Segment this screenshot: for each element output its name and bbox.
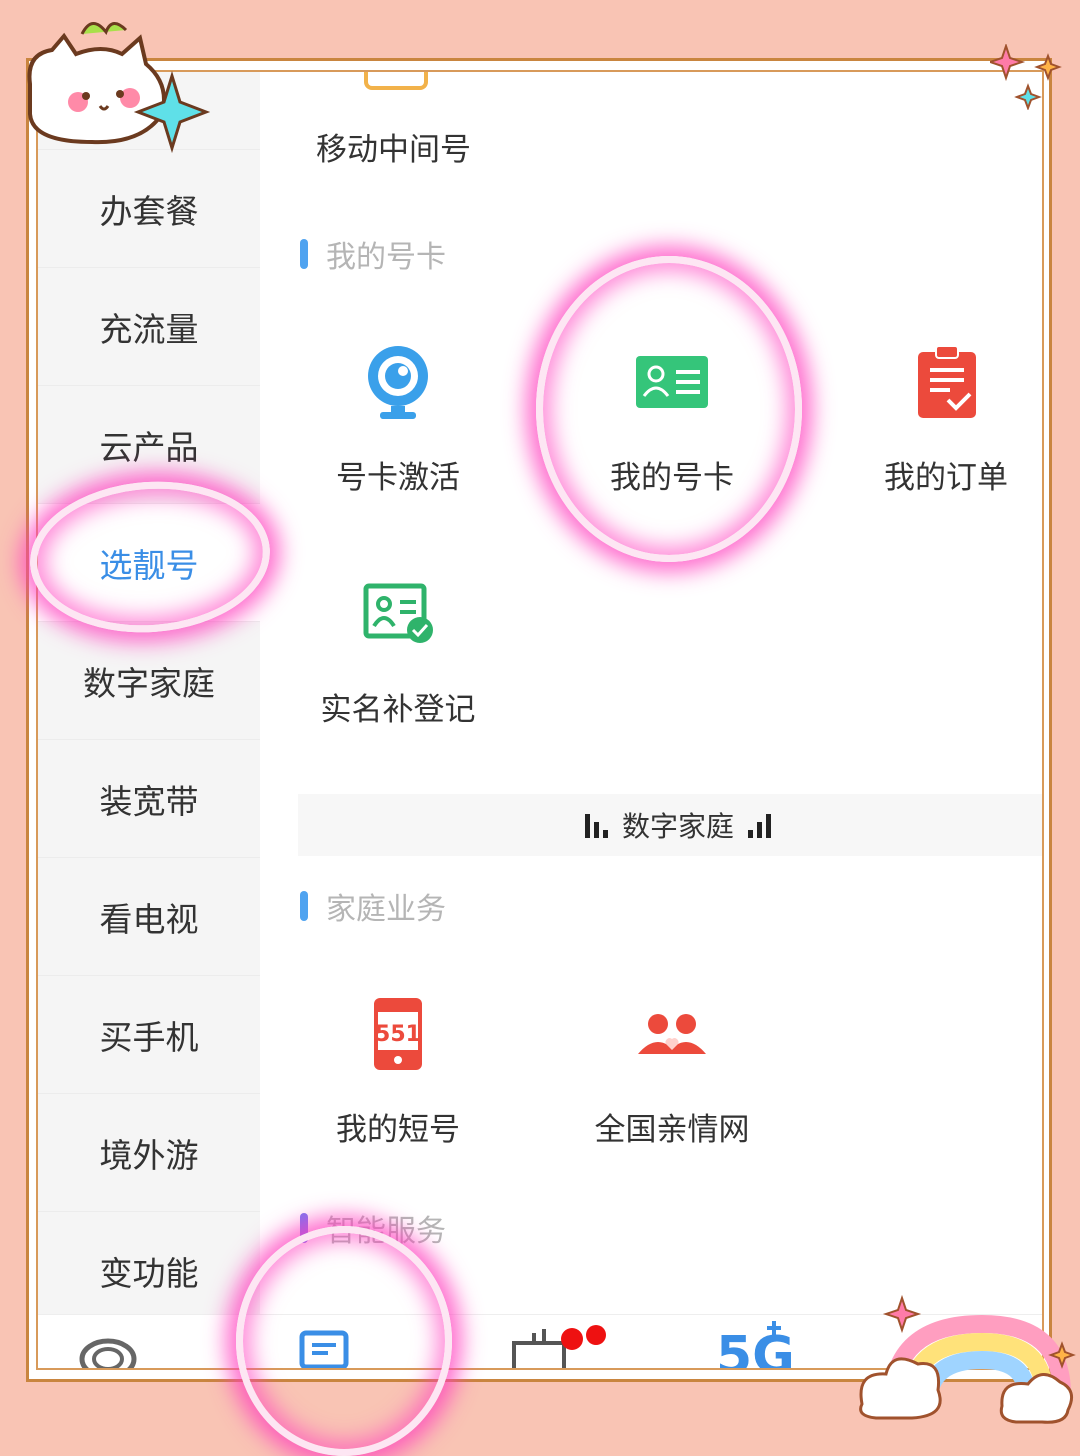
order-clipboard-icon bbox=[906, 342, 986, 422]
svg-text:5G: 5G bbox=[716, 1326, 795, 1370]
sidebar-item-change-features[interactable]: 变功能 bbox=[38, 1212, 260, 1330]
section-marker bbox=[300, 239, 308, 269]
section-marker bbox=[300, 891, 308, 921]
mobile-middle-number-link[interactable]: 移动中间号 bbox=[316, 124, 471, 169]
sidebar-item-overseas[interactable]: 境外游 bbox=[38, 1094, 260, 1212]
section-title-family: 家庭业务 bbox=[300, 884, 446, 928]
sidebar-item-label: 充流量 bbox=[99, 309, 199, 349]
card-activation-item[interactable]: 号卡激活 bbox=[278, 342, 518, 497]
sidebar-item-digital-home[interactable]: 数字家庭 bbox=[38, 622, 260, 740]
family-network-icon bbox=[632, 994, 712, 1074]
svg-text:551: 551 bbox=[375, 1022, 421, 1047]
rainbow-cloud-sticker-icon bbox=[852, 1294, 1078, 1438]
category-sidebar: 办套餐 充流量 云产品 选靓号 数字家庭 装宽带 看电视 买手机 境外游 变功能 bbox=[38, 72, 260, 1368]
sidebar-item-data-topup[interactable]: 充流量 bbox=[38, 268, 260, 386]
5g-icon[interactable]: 5G bbox=[714, 1315, 804, 1370]
sidebar-item-tv[interactable]: 看电视 bbox=[38, 858, 260, 976]
realname-card-icon bbox=[358, 574, 438, 654]
sidebar-item-label: 变功能 bbox=[99, 1253, 199, 1293]
sidebar-item-label: 买手机 bbox=[99, 1017, 199, 1057]
sparkle-icon bbox=[986, 42, 1066, 114]
partial-top-icon bbox=[364, 72, 428, 90]
my-short-number-item[interactable]: 551 我的短号 bbox=[278, 994, 518, 1149]
sidebar-item-label: 云产品 bbox=[99, 427, 199, 467]
highlight-circle-service-tab bbox=[236, 1226, 452, 1456]
sidebar-item-label: 境外游 bbox=[99, 1135, 199, 1175]
webcam-icon bbox=[358, 342, 438, 422]
digital-home-banner: 数字家庭 bbox=[298, 794, 1042, 856]
sidebar-item-label: 看电视 bbox=[99, 899, 199, 939]
sidebar-item-broadband[interactable]: 装宽带 bbox=[38, 740, 260, 858]
family-network-item[interactable]: 全国亲情网 bbox=[552, 994, 792, 1149]
signal-bars-icon bbox=[584, 812, 608, 838]
sidebar-item-plans[interactable]: 办套餐 bbox=[38, 150, 260, 268]
signal-bars-icon bbox=[748, 812, 771, 838]
sidebar-item-phones[interactable]: 买手机 bbox=[38, 976, 260, 1094]
short-number-phone-icon: 551 bbox=[358, 994, 438, 1074]
my-orders-item[interactable]: 我的订单 bbox=[826, 342, 1042, 497]
china-mobile-logo-icon[interactable] bbox=[78, 1329, 138, 1368]
app-screen: 办套餐 充流量 云产品 选靓号 数字家庭 装宽带 看电视 买手机 境外游 变功能… bbox=[36, 70, 1044, 1370]
realname-registration-item[interactable]: 实名补登记 bbox=[278, 574, 518, 729]
sidebar-item-label: 装宽带 bbox=[99, 781, 199, 821]
highlight-circle-my-card bbox=[536, 256, 802, 562]
cat-sticker-icon bbox=[22, 14, 222, 158]
section-title-my-card: 我的号卡 bbox=[300, 232, 446, 276]
coffee-cup-icon[interactable] bbox=[510, 1315, 610, 1368]
sidebar-item-label: 数字家庭 bbox=[83, 663, 215, 703]
sidebar-item-label: 办套餐 bbox=[99, 191, 199, 231]
